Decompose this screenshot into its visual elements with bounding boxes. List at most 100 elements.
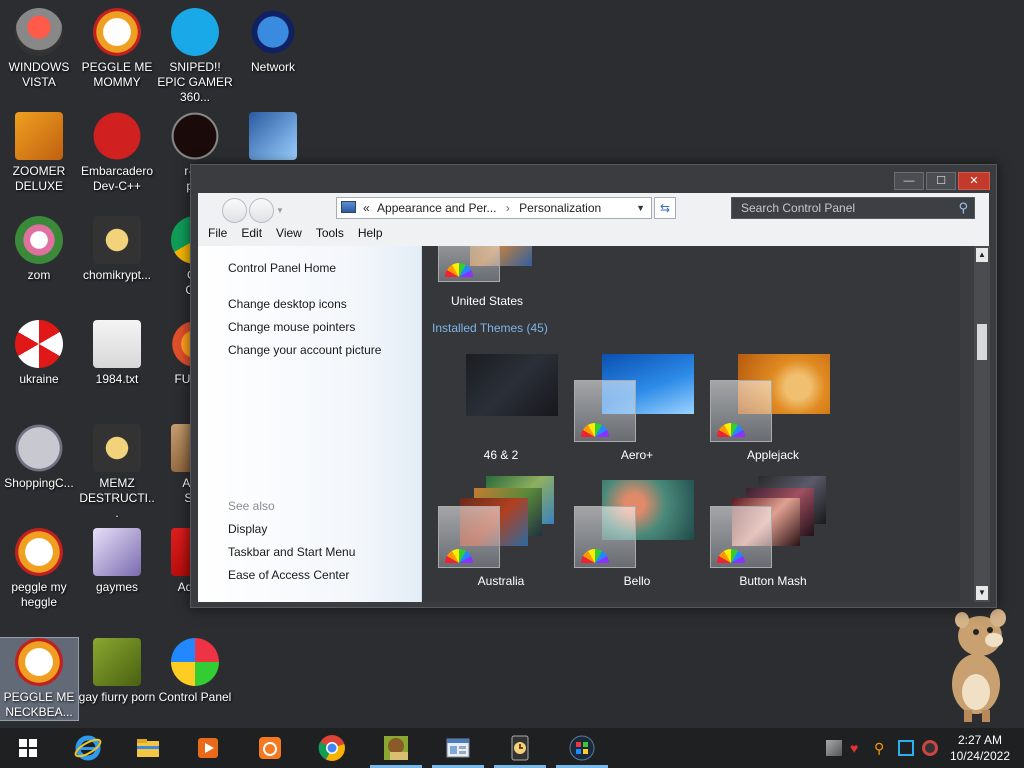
taskbar-internet-explorer[interactable]: [60, 728, 116, 768]
search-input[interactable]: Search Control Panel ⚲: [731, 197, 975, 219]
desktop-icon[interactable]: ShoppingC...: [0, 424, 78, 491]
desktop-icon[interactable]: 1984.txt: [78, 320, 156, 387]
taskbar-media-player[interactable]: [180, 728, 236, 768]
desktop-icon[interactable]: Embarcadero Dev-C++: [78, 112, 156, 194]
bonzi-box-icon: [384, 736, 408, 760]
change-desktop-icons-link[interactable]: Change desktop icons: [228, 297, 347, 311]
menu-tools[interactable]: Tools: [316, 223, 352, 243]
window-toolbar: ▼ « Appearance and Per... › Personalizat…: [198, 193, 989, 246]
tray-shield-icon[interactable]: ♥: [850, 740, 866, 756]
change-account-picture-link[interactable]: Change your account picture: [228, 343, 381, 357]
maximize-button[interactable]: ☐: [926, 172, 956, 190]
theme-thumbnail: [436, 476, 566, 572]
theme-window-preview: [574, 506, 636, 568]
theme-thumbnail: [572, 476, 702, 572]
tray-search-icon[interactable]: ⚲: [874, 740, 890, 756]
clock-file-icon: [93, 424, 141, 472]
theme-46-and-2[interactable]: 46 & 2: [436, 350, 566, 462]
scroll-down-icon[interactable]: ▼: [976, 586, 988, 600]
desktop-icon-label: Control Panel: [158, 690, 232, 704]
desktop-icon[interactable]: ukraine: [0, 320, 78, 387]
theme-thumbnail: [422, 246, 552, 296]
color-fan-icon: [445, 263, 473, 277]
desktop-icon[interactable]: MEMZ DESTRUCTI...: [78, 424, 156, 521]
control-panel-window-icon: [446, 738, 470, 758]
change-mouse-pointers-link[interactable]: Change mouse pointers: [228, 320, 355, 334]
control-panel-home-link[interactable]: Control Panel Home: [228, 261, 336, 275]
taskbar-chrome[interactable]: [304, 728, 360, 768]
peggle-icon: [15, 638, 63, 686]
taskbar-uc-browser[interactable]: [242, 728, 298, 768]
breadcrumb-appearance[interactable]: Appearance and Per...: [377, 201, 496, 215]
search-icon[interactable]: ⚲: [958, 198, 968, 218]
tray-volume-icon[interactable]: [922, 740, 938, 756]
menu-edit[interactable]: Edit: [241, 223, 270, 243]
ease-of-access-link[interactable]: Ease of Access Center: [228, 568, 349, 582]
desktop-icon[interactable]: [234, 112, 312, 164]
internet-explorer-icon: [74, 735, 102, 761]
peggle-icon: [15, 528, 63, 576]
monitor-app-icon: [249, 112, 297, 160]
address-bar[interactable]: « Appearance and Per... › Personalizatio…: [336, 197, 652, 219]
theme-bello[interactable]: Bello: [572, 476, 702, 588]
desktop-icon[interactable]: Network: [234, 8, 312, 75]
theme-united-states[interactable]: United States: [422, 246, 552, 308]
scroll-up-icon[interactable]: ▲: [976, 248, 988, 262]
breadcrumb-personalization[interactable]: Personalization: [519, 201, 601, 215]
taskbar-bonzi-box[interactable]: [368, 728, 424, 768]
theme-aero-plus[interactable]: Aero+: [572, 350, 702, 462]
taskbar: ♥ ⚲ 2:27 AM 10/24/2022: [0, 728, 1024, 768]
desktop-icon[interactable]: gaymes: [78, 528, 156, 595]
color-fan-icon: [581, 423, 609, 437]
breadcrumb-separator-icon[interactable]: ›: [506, 201, 510, 215]
desktop-icon[interactable]: gay fiurry porn: [78, 638, 156, 705]
text-file-icon: [93, 320, 141, 368]
taskbar-vista-orb[interactable]: [554, 728, 610, 768]
desktop-icon[interactable]: PEGGLE ME NECKBEA...: [0, 637, 79, 721]
theme-button-mash[interactable]: Button Mash: [708, 476, 838, 588]
close-button[interactable]: ✕: [958, 172, 990, 190]
taskbar-clock[interactable]: 2:27 AM 10/24/2022: [950, 732, 1010, 764]
display-link[interactable]: Display: [228, 522, 267, 536]
personalization-window[interactable]: — ☐ ✕ ▼ « Appearance and Per... › Person…: [190, 164, 997, 608]
start-icon: [19, 739, 37, 757]
desktop-icon[interactable]: PEGGLE ME MOMMY: [78, 8, 156, 90]
taskbar-start-menu-link[interactable]: Taskbar and Start Menu: [228, 545, 355, 559]
address-dropdown-icon[interactable]: ▼: [636, 198, 645, 218]
theme-wallpaper-preview: [466, 354, 558, 416]
menu-file[interactable]: File: [208, 223, 235, 243]
tray-network-icon[interactable]: [898, 740, 914, 756]
skype-icon: [171, 8, 219, 56]
start-button[interactable]: [0, 728, 56, 768]
vertical-scrollbar[interactable]: ▲ ▼: [974, 246, 990, 602]
theme-window-preview: [710, 380, 772, 442]
theme-name: Applejack: [746, 448, 800, 462]
theme-thumbnail: [572, 350, 702, 446]
desktop-icon[interactable]: SNIPED!! EPIC GAMER 360...: [156, 8, 234, 105]
desktop-icon-label: Network: [250, 60, 295, 74]
menu-view[interactable]: View: [276, 223, 310, 243]
recent-pages-chevron-icon[interactable]: ▼: [276, 206, 284, 223]
theme-australia[interactable]: Australia: [436, 476, 566, 588]
back-button[interactable]: [222, 198, 247, 223]
taskbar-control-panel-window[interactable]: [430, 728, 486, 768]
desktop-icon[interactable]: WINDOWS VISTA: [0, 8, 78, 90]
desktop-icon[interactable]: chomikrypt...: [78, 216, 156, 283]
theme-applejack[interactable]: Applejack: [708, 350, 838, 462]
taskbar-clock-file[interactable]: [492, 728, 548, 768]
minimize-button[interactable]: —: [894, 172, 924, 190]
theme-name: Bello: [623, 574, 651, 588]
desktop-icon-label: gay fiurry porn: [78, 690, 156, 704]
theme-window-preview: [438, 246, 500, 282]
desktop-icon[interactable]: Control Panel: [156, 638, 234, 705]
forward-button[interactable]: [249, 198, 274, 223]
desktop-icon[interactable]: ZOOMER DELUXE: [0, 112, 78, 194]
desktop-icon[interactable]: zom: [0, 216, 78, 283]
scroll-thumb[interactable]: [977, 324, 987, 360]
desktop-icon-label: ShoppingC...: [4, 476, 74, 490]
desktop-icon[interactable]: peggle my heggle: [0, 528, 78, 610]
taskbar-file-explorer[interactable]: [120, 728, 176, 768]
refresh-button[interactable]: ⇆: [654, 197, 676, 219]
menu-help[interactable]: Help: [358, 223, 391, 243]
tray-app-icon[interactable]: [826, 740, 842, 756]
